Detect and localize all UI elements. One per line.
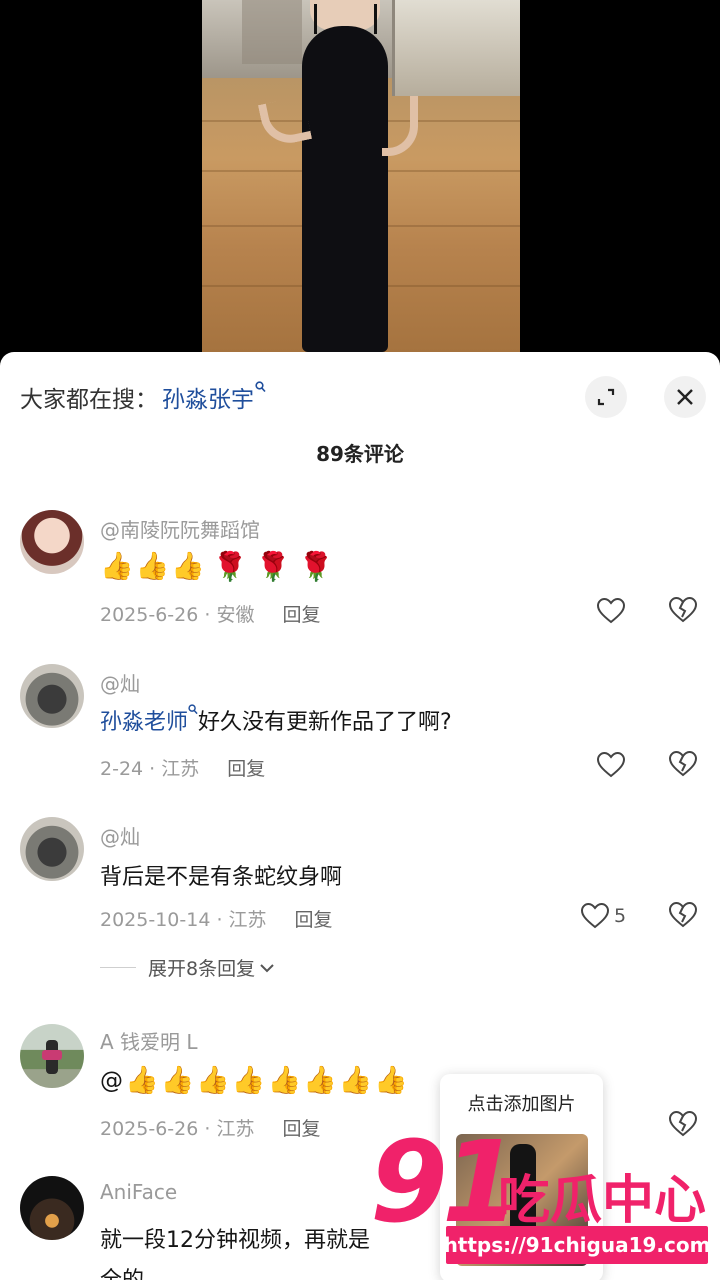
- comment-meta: 2-24 · 江苏 回复: [100, 754, 265, 781]
- watermark-url: https://91chigua19.com: [444, 1226, 710, 1264]
- broken-heart-icon: [668, 901, 698, 928]
- avatar[interactable]: [20, 1176, 84, 1240]
- thumbs-up-icon: 👍: [100, 551, 134, 582]
- comment-meta: 2025-6-26 · 江苏 回复: [100, 1114, 320, 1141]
- reply-button[interactable]: 回复: [282, 600, 320, 627]
- search-suggestion[interactable]: 大家都在搜： 孙淼张宇: [20, 380, 266, 414]
- thumbs-up-icon: 👍: [231, 1065, 266, 1096]
- watermark-word: 吃瓜中心: [498, 1171, 707, 1231]
- thumbs-up-icon: 👍: [125, 1065, 159, 1096]
- mention-link[interactable]: 孙淼老师: [100, 710, 188, 735]
- expand-replies-button[interactable]: 展开8条回复: [100, 954, 275, 981]
- expand-icon: [597, 388, 615, 406]
- comment-emojis: 👍 👍 👍 🌹 🌹 🌹: [100, 550, 334, 584]
- like-button[interactable]: [580, 901, 612, 931]
- reply-button[interactable]: 回复: [295, 905, 333, 932]
- video-frame: [202, 0, 520, 352]
- comments-count: 89条评论: [316, 442, 404, 466]
- like-button[interactable]: [596, 750, 628, 780]
- comment-date-location: 2-24 · 江苏: [100, 758, 200, 780]
- dislike-button[interactable]: [668, 596, 700, 626]
- avatar[interactable]: [20, 817, 84, 881]
- comment-text-line2: 全的: [100, 1262, 144, 1280]
- reply-button[interactable]: 回复: [282, 1114, 320, 1141]
- comment-text: 背后是不是有条蛇纹身啊: [100, 865, 343, 890]
- studio-mirror: [392, 0, 520, 96]
- fullscreen-expand-button[interactable]: [585, 376, 627, 418]
- thumbs-up-icon: 👍: [171, 551, 205, 582]
- rose-icon: 🌹: [255, 550, 291, 583]
- studio-door: [242, 0, 302, 64]
- search-prefix: 大家都在搜：: [20, 387, 158, 413]
- dancer-right-arm: [382, 96, 418, 156]
- comment-emojis: @ 👍 👍 👍 👍 👍 👍 👍 👍: [100, 1064, 408, 1098]
- dancer-left-arm: [257, 95, 313, 149]
- comment-meta: 2025-10-14 · 江苏 回复: [100, 905, 333, 932]
- search-icon: [188, 704, 198, 719]
- avatar[interactable]: [20, 1024, 84, 1088]
- reply-button[interactable]: 回复: [227, 754, 265, 781]
- black-dress: [302, 26, 388, 352]
- avatar[interactable]: [20, 664, 84, 728]
- search-term[interactable]: 孙淼张宇: [162, 380, 254, 414]
- heart-icon: [596, 597, 626, 624]
- comment-username[interactable]: @灿: [100, 821, 140, 850]
- chevron-down-icon: [260, 963, 274, 972]
- thumbs-up-icon: 👍: [374, 1065, 408, 1096]
- video-player[interactable]: [0, 0, 720, 360]
- thumbs-up-icon: 👍: [135, 551, 170, 582]
- comment-text: 孙淼老师 好久没有更新作品了了啊?: [100, 704, 452, 736]
- thumbs-up-icon: 👍: [160, 1065, 195, 1096]
- search-icon: [255, 381, 266, 397]
- thumbs-up-icon: 👍: [338, 1065, 373, 1096]
- dislike-button[interactable]: [668, 750, 700, 780]
- comment-date-location: 2025-6-26 · 江苏: [100, 1118, 255, 1140]
- heart-icon: [596, 751, 626, 778]
- thumbs-up-icon: 👍: [196, 1065, 230, 1096]
- rose-icon: 🌹: [212, 550, 248, 583]
- dislike-button[interactable]: [668, 901, 700, 931]
- close-button[interactable]: [664, 376, 706, 418]
- comment-meta: 2025-6-26 · 安徽 回复: [100, 600, 320, 627]
- comment-date-location: 2025-6-26 · 安徽: [100, 604, 255, 626]
- like-count: 5: [614, 905, 627, 927]
- comment-username[interactable]: @南陵阮阮舞蹈馆: [100, 514, 260, 543]
- comment-username[interactable]: A 钱爱明 L: [100, 1026, 198, 1055]
- comment-text: 就一段12分钟视频，再就是: [100, 1228, 370, 1253]
- comment-date-location: 2025-10-14 · 江苏: [100, 909, 267, 931]
- comment-body: @: [100, 1068, 123, 1094]
- thumbs-up-icon: 👍: [267, 1065, 302, 1096]
- broken-heart-icon: [668, 750, 698, 777]
- thumbs-up-icon: 👍: [303, 1065, 337, 1096]
- avatar[interactable]: [20, 510, 84, 574]
- divider: [100, 967, 136, 968]
- rose-icon: 🌹: [298, 550, 334, 583]
- like-button[interactable]: [596, 596, 628, 626]
- comment-username[interactable]: AniFace: [100, 1180, 177, 1204]
- add-image-label: 点击添加图片: [467, 1094, 576, 1115]
- comment-body: 好久没有更新作品了了啊?: [198, 710, 452, 735]
- heart-icon: [580, 902, 610, 929]
- watermark: 91 吃瓜中心 https://91chigua19.com: [370, 1118, 720, 1278]
- broken-heart-icon: [668, 596, 698, 623]
- watermark-number: 91: [370, 1118, 520, 1248]
- close-icon: [677, 389, 693, 405]
- expand-replies-label: 展开8条回复: [148, 958, 256, 980]
- comment-username[interactable]: @灿: [100, 668, 140, 697]
